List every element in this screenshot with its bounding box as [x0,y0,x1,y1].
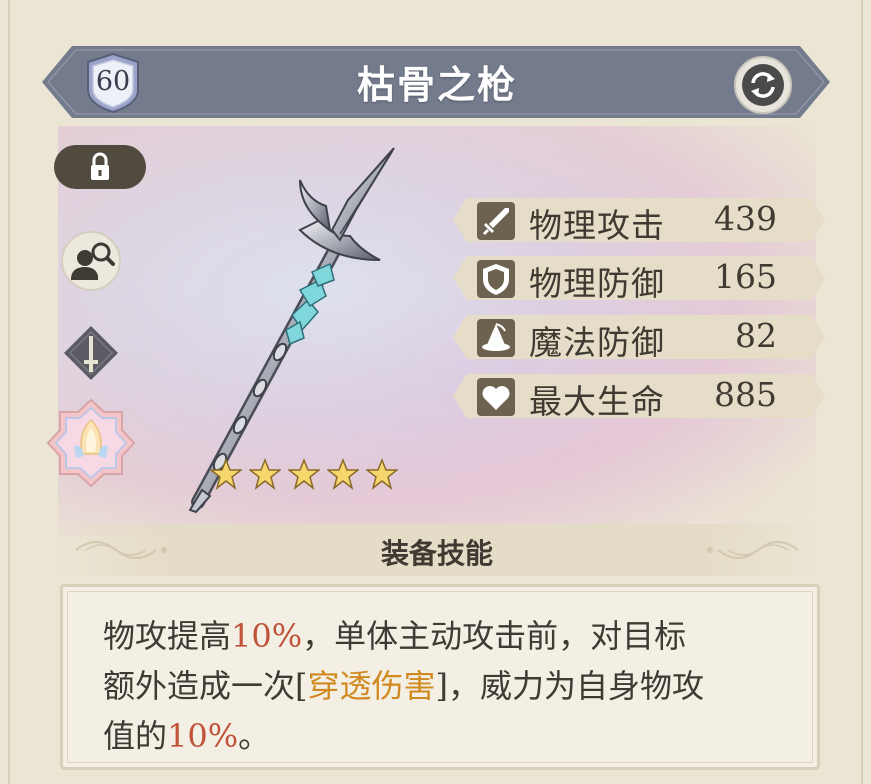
skill-keyword-link[interactable]: 穿透伤害 [308,667,436,705]
swap-button[interactable] [734,56,792,114]
stat-row-physical-attack: 物理攻击 439 [453,196,825,245]
stat-value: 82 [735,316,777,355]
star-icon [210,458,242,490]
star-icon [249,458,282,490]
stat-value: 439 [714,199,777,238]
stat-value: 165 [714,257,777,296]
skill-description: 物攻提高10%，单体主动攻击前，对目标 额外造成一次[穿透伤害]，威力为自身物攻… [103,611,783,761]
stat-row-magic-defense: 魔法防御 82 [453,313,825,362]
stat-value: 885 [714,375,777,414]
lotus-emblem-icon [46,398,136,488]
skill-line-2: 额外造成一次[穿透伤害]，威力为自身物攻 [103,661,783,711]
skill-description-box: 物攻提高10%，单体主动攻击前，对目标 额外造成一次[穿透伤害]，威力为自身物攻… [60,584,820,770]
stat-name: 物理防御 [529,264,665,303]
skill-text: 额外造成一次[ [103,667,308,705]
skill-highlight-value: 10% [231,617,303,655]
skill-text: 值的 [103,717,168,755]
shield-icon [477,260,515,298]
stat-row-max-hp: 最大生命 885 [453,372,825,421]
skill-text: 物攻提高 [103,617,232,655]
stat-row-physical-defense: 物理防御 165 [453,254,825,303]
equipment-name: 枯骨之枪 [356,62,517,107]
stat-name: 魔法防御 [529,323,665,362]
character-search-icon [61,231,121,291]
title-banner: 60 枯骨之枪 [42,44,830,120]
skill-highlight-value: 10% [167,717,239,755]
star-icon [288,458,321,490]
skill-line-1: 物攻提高10%，单体主动攻击前，对目标 [103,611,783,661]
weapon-type-badge [60,322,122,384]
sword-icon [477,202,515,240]
skill-header: 装备技能 [58,524,816,576]
star-icon [327,458,360,490]
skill-text: 。 [238,717,271,755]
inspect-character-button[interactable] [60,230,122,292]
stat-name: 最大生命 [529,382,665,421]
swap-icon [742,64,784,106]
star-icon [366,458,399,490]
equipment-panel: 60 枯骨之枪 物理攻击 439 物理防御 165 魔法防御 82 最大生命 8… [0,0,871,784]
skill-text: ]，威力为自身物攻 [435,667,705,705]
lock-button[interactable] [54,145,146,189]
rarity-stars [210,458,400,490]
skill-text: ，单体主动攻击前，对目标 [302,617,687,655]
skill-line-3: 值的10%。 [103,711,783,761]
sword-type-icon [64,326,118,380]
level-value: 60 [95,66,131,97]
skill-header-label: 装备技能 [380,537,493,570]
heart-icon [477,378,515,416]
wizard-hat-icon [477,319,515,357]
stat-name: 物理攻击 [529,206,665,245]
class-emblem[interactable] [46,398,136,488]
lock-icon [91,152,109,180]
